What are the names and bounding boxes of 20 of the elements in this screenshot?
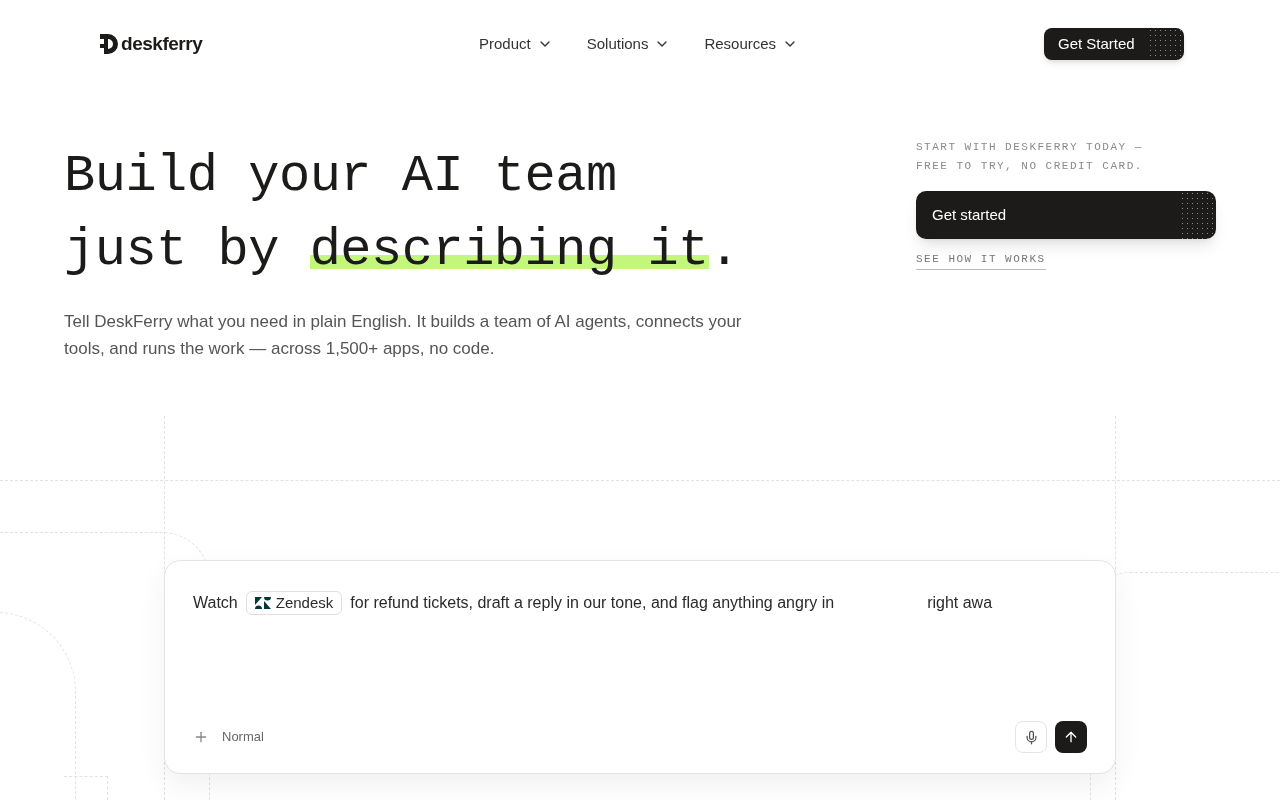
get-started-button[interactable]: Get started [916, 191, 1216, 239]
note-text: START WITH DESKFERRY TODAY — FREE TO TRY, NO CREDIT CARD. [916, 140, 1144, 174]
nav-menu[interactable]: Solutions [586, 32, 671, 56]
prompt-text: Watch [193, 593, 238, 613]
prompt-text: right awa [927, 593, 993, 613]
get-started-button[interactable]: Get Started [1044, 28, 1184, 60]
send-button[interactable] [1055, 721, 1087, 753]
see-how-link[interactable]: SEE HOW IT WORKS [916, 251, 1046, 270]
microphone-button[interactable] [1015, 721, 1047, 753]
hero-subtitle: Tell DeskFerry what you need in plain English. It builds a team of AI agents, connects your tools, and runs the work — across 1,500+ apps, no code. [64, 311, 743, 360]
app-chip[interactable]: Zendesk [245, 591, 343, 615]
mode-selector[interactable]: Normal [222, 727, 264, 747]
nav-menu[interactable]: Resources [704, 32, 799, 56]
brand-name: deskferry [121, 31, 203, 56]
prompt-text: for refund tickets, draft a reply in our tone, and flag anything angry in [350, 593, 835, 613]
logo-icon [100, 34, 118, 54]
nav-menu[interactable]: Product [479, 32, 553, 56]
zendesk-logo-icon [254, 597, 271, 609]
microphone-icon [1023, 729, 1039, 745]
prompt-input[interactable]: Watch Zendesk for refund tickets, draft a reply in our tone, and flag anything angry in right awa [165, 561, 1115, 615]
